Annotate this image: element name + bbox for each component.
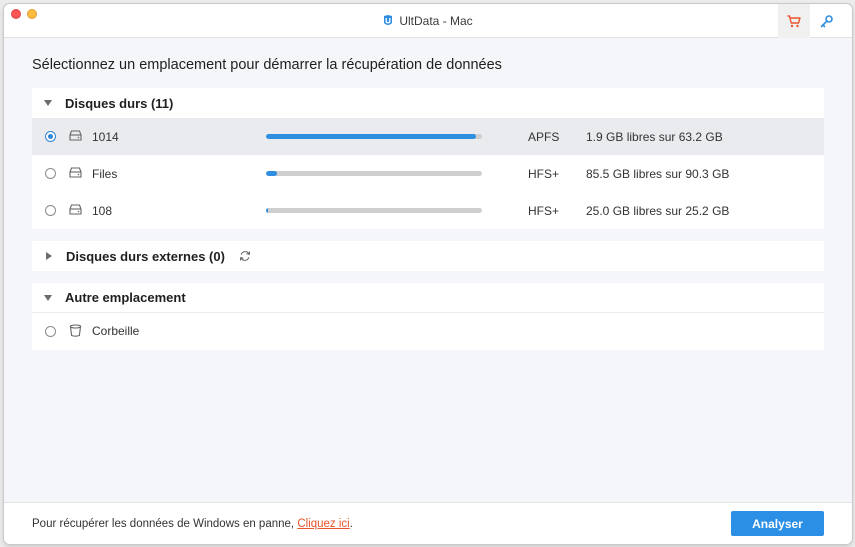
drive-row-108[interactable]: 108 HFS+ 25.0 GB libres sur 25.2 GB (32, 192, 824, 229)
drive-radio-108[interactable] (45, 205, 56, 216)
drive-name: Files (92, 166, 118, 181)
drive-usage-fill (266, 171, 278, 176)
external-drives-title: Disques durs externes (0) (66, 248, 225, 264)
trash-radio[interactable] (45, 325, 56, 337)
drive-filesystem: HFS+ (528, 203, 560, 218)
drive-usage-fill (266, 134, 476, 139)
footer-bar: Pour récupérer les données de Windows en… (4, 502, 852, 544)
drive-usage-bar (266, 134, 482, 139)
drive-name: 1014 (92, 129, 119, 144)
other-location-panel: Autre emplacement Corbeille (32, 283, 824, 350)
page-heading: Sélectionnez un emplacement pour démarre… (32, 57, 502, 73)
register-key-button[interactable] (810, 4, 842, 38)
drive-free-space: 25.0 GB libres sur 25.2 GB (586, 203, 730, 218)
other-location-title: Autre emplacement (65, 290, 186, 305)
windows-recovery-text: Pour récupérer les données de Windows en… (32, 518, 298, 530)
drive-usage-bar (266, 171, 482, 176)
drive-free-space: 85.5 GB libres sur 90.3 GB (586, 166, 730, 181)
analyze-button[interactable]: Analyser (731, 511, 824, 536)
collapse-triangle-icon (44, 294, 52, 301)
drive-filesystem: APFS (528, 129, 560, 144)
hard-drive-icon (69, 167, 82, 181)
drive-free-space: 1.9 GB libres sur 63.2 GB (586, 129, 723, 144)
external-drives-header[interactable]: Disques durs externes (0) (32, 241, 824, 271)
trash-row[interactable]: Corbeille (32, 313, 824, 349)
hard-drive-icon (69, 204, 82, 218)
hard-drives-title: Disques durs (11) (65, 95, 174, 111)
key-icon (820, 14, 833, 27)
refresh-icon[interactable] (239, 250, 251, 262)
hard-drives-panel: Disques durs (11) 1014 APFS 1.9 GB libre… (32, 88, 824, 229)
ultdata-logo-icon (383, 15, 393, 27)
trash-icon (69, 324, 82, 340)
trash-label: Corbeille (92, 324, 140, 338)
drive-filesystem: HFS+ (528, 166, 560, 181)
drive-row-files[interactable]: Files HFS+ 85.5 GB libres sur 90.3 GB (32, 155, 824, 192)
title-bar: UltData - Mac (4, 4, 852, 38)
expand-triangle-icon (46, 252, 52, 260)
hard-drive-icon (69, 130, 82, 144)
cart-icon (787, 14, 801, 27)
drive-name: 108 (92, 203, 113, 218)
click-here-link[interactable]: Cliquez ici (297, 518, 349, 530)
footer-suffix: . (349, 518, 353, 530)
footer-text: Pour récupérer les données de Windows en… (32, 518, 353, 530)
drive-radio-files[interactable] (45, 168, 56, 179)
other-location-header[interactable]: Autre emplacement (32, 283, 824, 313)
drive-row-1014[interactable]: 1014 APFS 1.9 GB libres sur 63.2 GB (32, 118, 824, 155)
cart-button[interactable] (778, 4, 810, 38)
external-drives-panel: Disques durs externes (0) (32, 241, 824, 271)
app-window: UltData - Mac Sélectionnez un emplacemen… (4, 4, 852, 544)
hard-drives-header[interactable]: Disques durs (11) (32, 88, 824, 118)
collapse-triangle-icon (44, 100, 52, 106)
window-title-wrap: UltData - Mac (4, 4, 852, 38)
window-title: UltData - Mac (399, 14, 473, 28)
drive-radio-1014[interactable] (45, 131, 56, 142)
drive-usage-bar (266, 208, 482, 213)
drive-usage-fill (266, 208, 268, 213)
